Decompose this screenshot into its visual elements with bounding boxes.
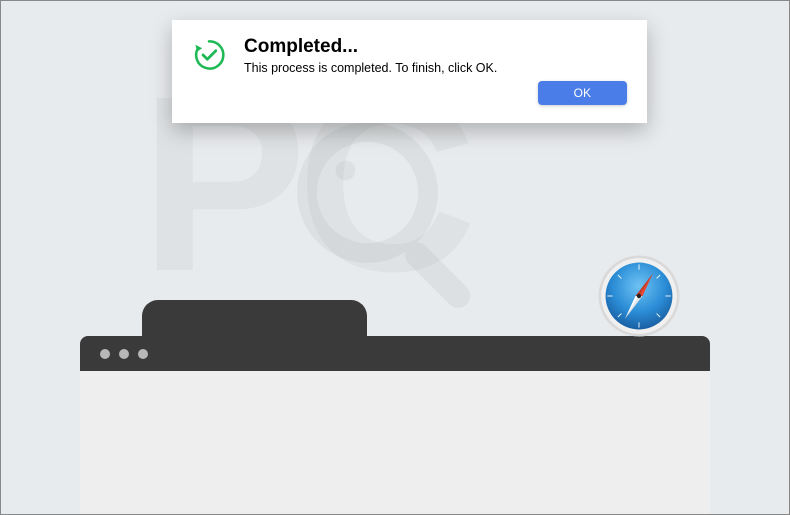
browser-content-area <box>80 371 710 515</box>
window-minimize-dot <box>119 349 129 359</box>
browser-title-bar <box>80 336 710 371</box>
browser-tab <box>142 300 367 338</box>
checkmark-refresh-icon <box>192 38 226 72</box>
dialog-title: Completed... <box>244 36 627 58</box>
safari-compass-icon <box>595 252 683 340</box>
window-maximize-dot <box>138 349 148 359</box>
window-controls <box>100 349 148 359</box>
dialog-message: This process is completed. To finish, cl… <box>244 61 627 75</box>
window-close-dot <box>100 349 110 359</box>
completed-dialog: Completed... This process is completed. … <box>172 20 647 123</box>
ok-button[interactable]: OK <box>538 81 627 105</box>
